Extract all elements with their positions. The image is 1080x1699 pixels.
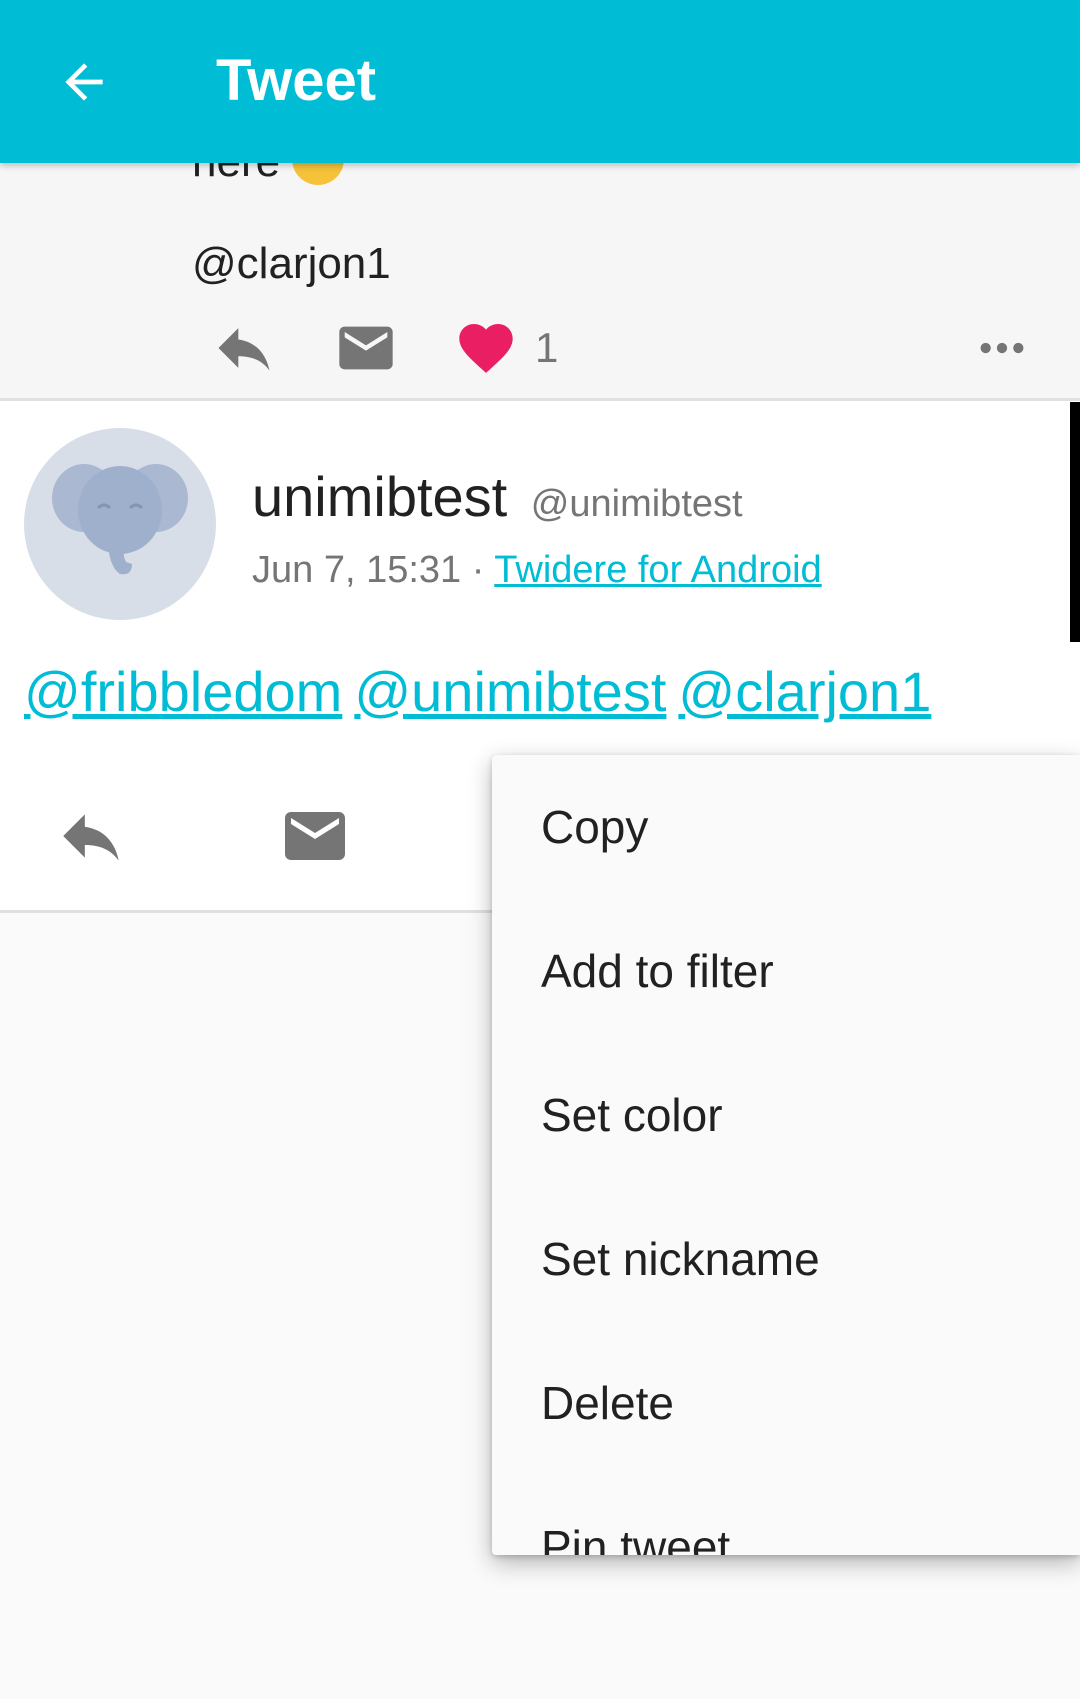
previous-tweet-mention: @clarjon1 [192, 239, 391, 288]
menu-item-pin-tweet[interactable]: Pin tweet [492, 1475, 1080, 1555]
menu-item-add-to-filter[interactable]: Add to filter [492, 899, 1080, 1043]
scroll-indicator [1070, 402, 1080, 642]
tweet-time: Jun 7, 15:31 [252, 549, 462, 591]
reply-icon [218, 328, 270, 371]
direct-message-button[interactable] [330, 313, 402, 383]
user-name-row[interactable]: unimibtest @unimibtest [252, 465, 743, 536]
mention-link[interactable]: @fribbledom [24, 660, 342, 723]
reply-icon [63, 814, 119, 861]
tweet-text: @fribbledom @unimibtest @clarjon1 [24, 659, 943, 725]
elephant-avatar-icon [52, 464, 188, 575]
menu-item-set-nickname[interactable]: Set nickname [492, 1187, 1080, 1331]
screen-name: @unimibtest [530, 483, 743, 525]
direct-message-button[interactable] [276, 791, 354, 881]
previous-tweet[interactable]: here @clarjon1 1 [0, 163, 1080, 401]
context-menu: Copy Add to filter Set color Set nicknam… [492, 755, 1080, 1555]
more-horiz-icon [980, 342, 1024, 354]
heart-icon [459, 324, 513, 373]
mail-icon [339, 326, 393, 370]
mail-icon [285, 812, 345, 860]
menu-item-set-color[interactable]: Set color [492, 1043, 1080, 1187]
back-button[interactable] [48, 46, 120, 118]
more-options-button[interactable] [966, 313, 1038, 383]
mention-link[interactable]: @unimibtest [354, 660, 666, 723]
previous-tweet-text: here [192, 163, 345, 187]
reply-button[interactable] [206, 313, 282, 383]
app-bar: Tweet [0, 0, 1080, 163]
emoji-icon [292, 163, 345, 186]
screen: Tweet here @clarjon1 1 [0, 0, 1080, 1699]
arrow-back-icon [65, 63, 103, 101]
menu-item-delete[interactable]: Delete [492, 1331, 1080, 1475]
reply-button[interactable] [50, 791, 132, 881]
source-link[interactable]: Twidere for Android [494, 549, 821, 591]
tweet-meta: Jun 7, 15:31 · Twidere for Android [252, 547, 822, 593]
meta-separator: · [471, 549, 485, 591]
mention-link[interactable]: @clarjon1 [678, 660, 931, 723]
display-name: unimibtest [252, 465, 508, 528]
like-button[interactable] [450, 313, 522, 383]
page-title: Tweet [216, 48, 377, 113]
menu-item-copy[interactable]: Copy [492, 755, 1080, 899]
like-count: 1 [535, 324, 559, 371]
avatar[interactable] [24, 428, 216, 620]
previous-tweet-text-fragment: here [192, 163, 280, 186]
previous-tweet-actions: 1 [0, 313, 1080, 383]
